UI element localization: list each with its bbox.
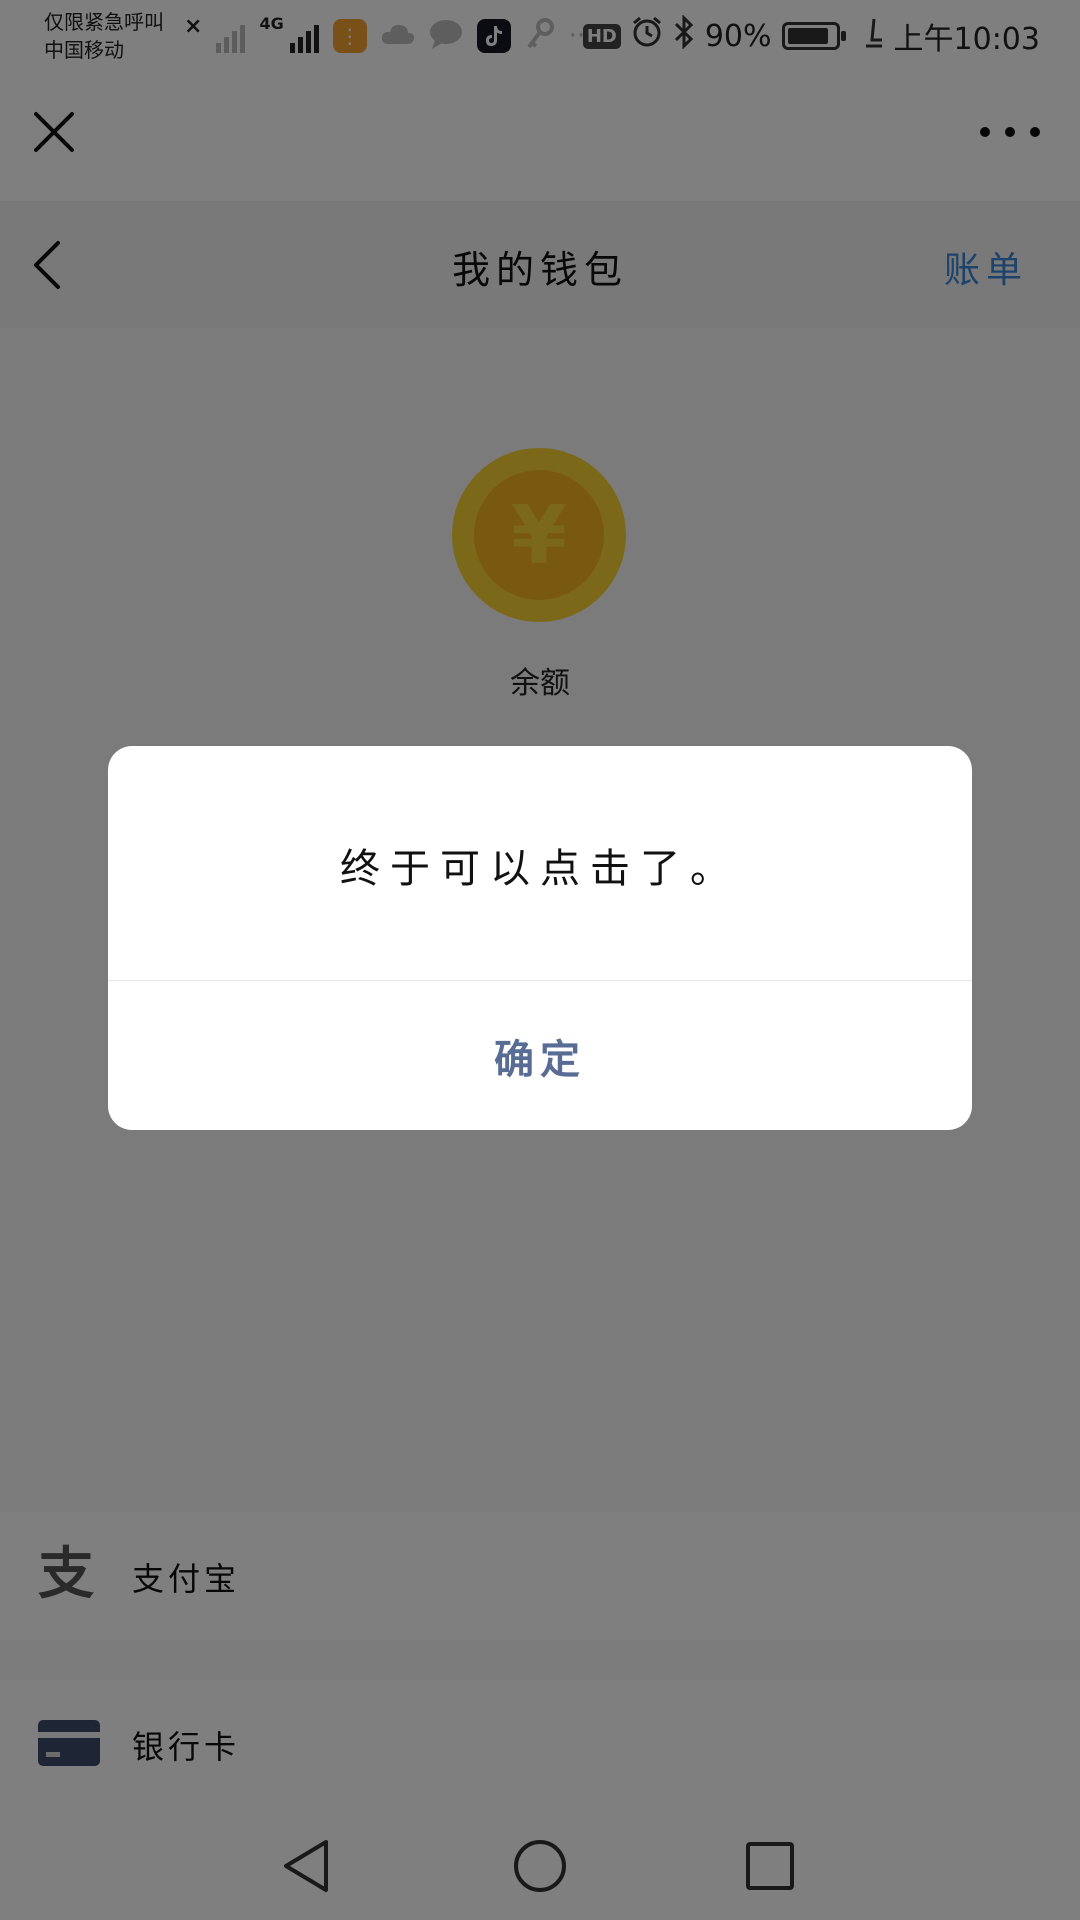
alert-dialog: 终于可以点击了。 确定 <box>108 746 972 1130</box>
confirm-button[interactable]: 确定 <box>108 981 972 1130</box>
dialog-message: 终于可以点击了。 <box>340 846 740 892</box>
